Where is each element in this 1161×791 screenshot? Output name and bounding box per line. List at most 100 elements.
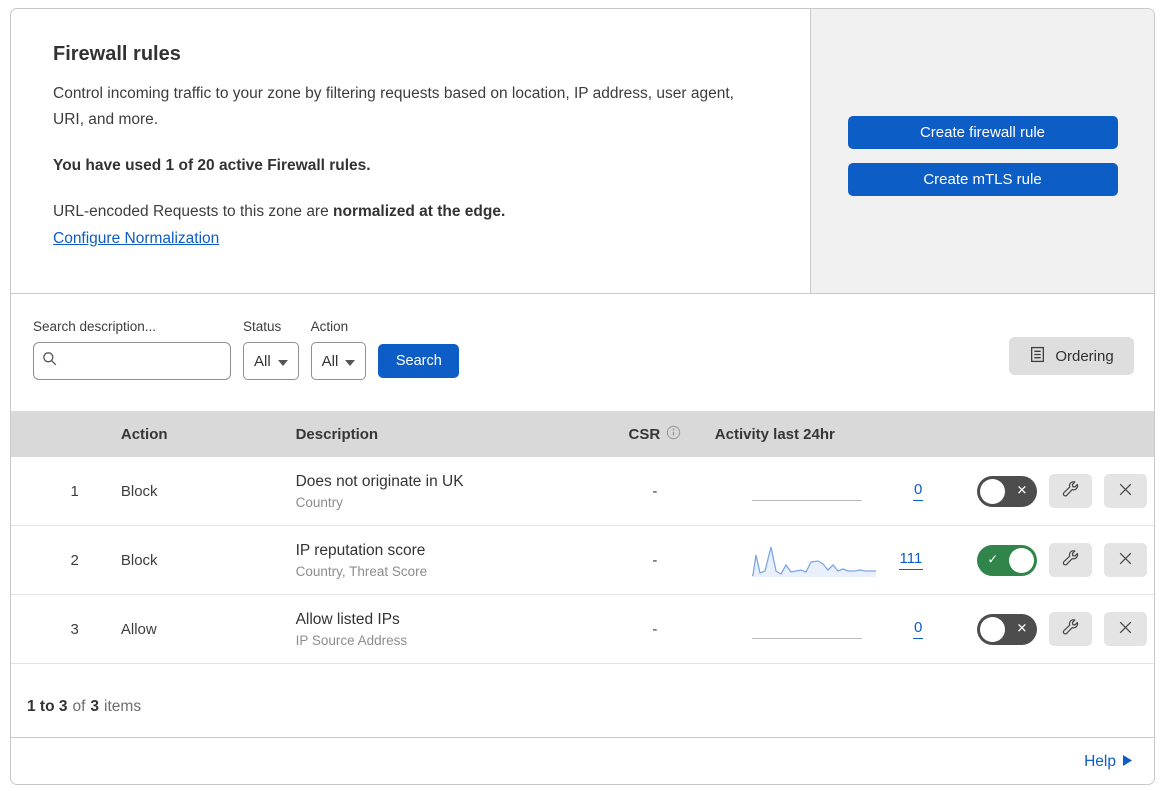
rule-description-cell: IP reputation score Country, Threat Scor… <box>276 542 610 579</box>
rule-enabled-toggle[interactable]: ✕ <box>977 475 1038 507</box>
close-icon <box>1117 481 1134 501</box>
pagination-range: 1 to 3 <box>27 697 68 715</box>
activity-sparkline <box>751 543 876 577</box>
header-section: Firewall rules Control incoming traffic … <box>11 9 1154 294</box>
table-row: 2 Block IP reputation score Country, Thr… <box>11 526 1154 595</box>
status-dropdown-value: All <box>254 352 271 370</box>
activity-count-link[interactable]: 0 <box>913 481 924 501</box>
toggle-knob <box>980 478 1006 504</box>
rule-criteria: Country <box>295 494 343 510</box>
page-description: Control incoming traffic to your zone by… <box>53 85 734 129</box>
header-action-panel: Create firewall rule Create mTLS rule <box>810 9 1154 293</box>
rule-controls: ✕ <box>939 474 1154 508</box>
configure-normalization-link[interactable]: Configure Normalization <box>53 230 219 247</box>
search-group: Search description... <box>33 319 231 380</box>
rule-number: 3 <box>70 620 79 638</box>
search-input-box[interactable] <box>33 342 231 380</box>
pagination-items-label: items <box>104 697 142 715</box>
rule-controls: ✓ <box>939 543 1154 577</box>
action-dropdown[interactable]: All <box>310 342 367 380</box>
rule-action: Block <box>120 551 158 569</box>
status-dropdown[interactable]: All <box>243 342 299 380</box>
rule-activity-cell: 111 <box>700 543 940 577</box>
column-description-header: Description <box>295 425 379 443</box>
activity-sparkline-empty <box>751 612 876 646</box>
pagination-of: of <box>72 697 86 715</box>
search-button[interactable]: Search <box>378 344 460 378</box>
pagination-status: 1 to 3 of 3 items <box>11 664 1154 738</box>
rule-csr-value: - <box>652 551 658 569</box>
help-link-label: Help <box>1084 752 1116 770</box>
ordering-button[interactable]: Ordering <box>1009 337 1134 375</box>
rule-enabled-toggle[interactable]: ✕ <box>977 613 1038 645</box>
filter-section: Search description... Status All Action … <box>11 294 1154 411</box>
rule-csr-value: - <box>652 620 658 638</box>
normalization-note-text: URL-encoded Requests to this zone are <box>53 203 334 221</box>
delete-rule-button[interactable] <box>1104 543 1148 577</box>
rule-action: Block <box>120 482 158 500</box>
rule-activity-cell: 0 <box>700 474 940 508</box>
action-label: Action <box>310 319 349 334</box>
help-row: Help <box>11 738 1154 784</box>
rule-number: 1 <box>70 482 79 500</box>
rule-enabled-toggle[interactable]: ✓ <box>977 544 1038 576</box>
toggle-check-icon: ✓ <box>987 551 999 567</box>
page-title: Firewall rules <box>53 43 181 65</box>
search-input[interactable] <box>64 353 214 369</box>
rule-description: Does not originate in UK <box>295 472 464 490</box>
normalization-note: URL-encoded Requests to this zone are no… <box>53 203 768 221</box>
chevron-down-icon <box>345 353 356 370</box>
rule-controls: ✕ <box>939 612 1154 646</box>
firewall-rules-card: Firewall rules Control incoming traffic … <box>10 8 1155 785</box>
action-dropdown-value: All <box>321 352 339 370</box>
close-icon <box>1117 550 1134 570</box>
table-header-row: Action Description CSR Activity last 24h… <box>11 411 1154 457</box>
rule-description: Allow listed IPs <box>295 610 400 628</box>
column-csr-header: CSR <box>610 425 700 444</box>
column-activity-header: Activity last 24hr <box>714 425 835 443</box>
toggle-x-icon: ✕ <box>1016 620 1028 636</box>
close-icon <box>1117 619 1134 639</box>
activity-count-link[interactable]: 111 <box>898 550 924 570</box>
toggle-x-icon: ✕ <box>1016 482 1028 498</box>
rule-number: 2 <box>70 551 79 569</box>
chevron-down-icon <box>277 353 288 370</box>
wrench-icon <box>1062 618 1080 640</box>
list-document-icon <box>1029 346 1046 367</box>
help-link[interactable]: Help <box>1084 753 1132 771</box>
rule-criteria: Country, Threat Score <box>295 563 428 579</box>
wrench-icon <box>1062 480 1080 502</box>
activity-sparkline-empty <box>751 474 876 508</box>
column-action-header: Action <box>120 425 168 443</box>
info-icon[interactable] <box>666 425 681 444</box>
rule-csr-value: - <box>652 482 658 500</box>
status-filter-group: Status All <box>243 319 299 380</box>
delete-rule-button[interactable] <box>1104 612 1148 646</box>
rule-activity-cell: 0 <box>700 612 940 646</box>
csr-header-label: CSR <box>628 425 661 443</box>
edit-rule-button[interactable] <box>1049 474 1093 508</box>
header-text-block: Firewall rules Control incoming traffic … <box>11 9 810 293</box>
usage-note: You have used 1 of 20 active Firewall ru… <box>53 157 371 175</box>
search-label: Search description... <box>33 319 157 334</box>
create-mtls-rule-button[interactable]: Create mTLS rule <box>847 163 1118 196</box>
action-filter-group: Action All <box>310 319 367 380</box>
rule-criteria: IP Source Address <box>295 632 408 648</box>
arrow-right-icon <box>1123 753 1132 771</box>
rule-description-cell: Allow listed IPs IP Source Address <box>276 611 610 648</box>
normalization-note-bold: normalized at the edge. <box>333 203 506 221</box>
delete-rule-button[interactable] <box>1104 474 1148 508</box>
create-firewall-rule-button[interactable]: Create firewall rule <box>847 116 1118 149</box>
table-row: 1 Block Does not originate in UK Country… <box>11 457 1154 526</box>
rule-description-cell: Does not originate in UK Country <box>276 473 610 510</box>
status-label: Status <box>243 319 282 334</box>
edit-rule-button[interactable] <box>1049 543 1093 577</box>
edit-rule-button[interactable] <box>1049 612 1093 646</box>
search-icon <box>42 351 58 372</box>
toggle-knob <box>1009 547 1035 573</box>
pagination-total: 3 <box>90 697 100 715</box>
table-row: 3 Allow Allow listed IPs IP Source Addre… <box>11 595 1154 664</box>
ordering-button-label: Ordering <box>1055 347 1114 365</box>
activity-count-link[interactable]: 0 <box>913 619 924 639</box>
rule-action: Allow <box>120 620 157 638</box>
